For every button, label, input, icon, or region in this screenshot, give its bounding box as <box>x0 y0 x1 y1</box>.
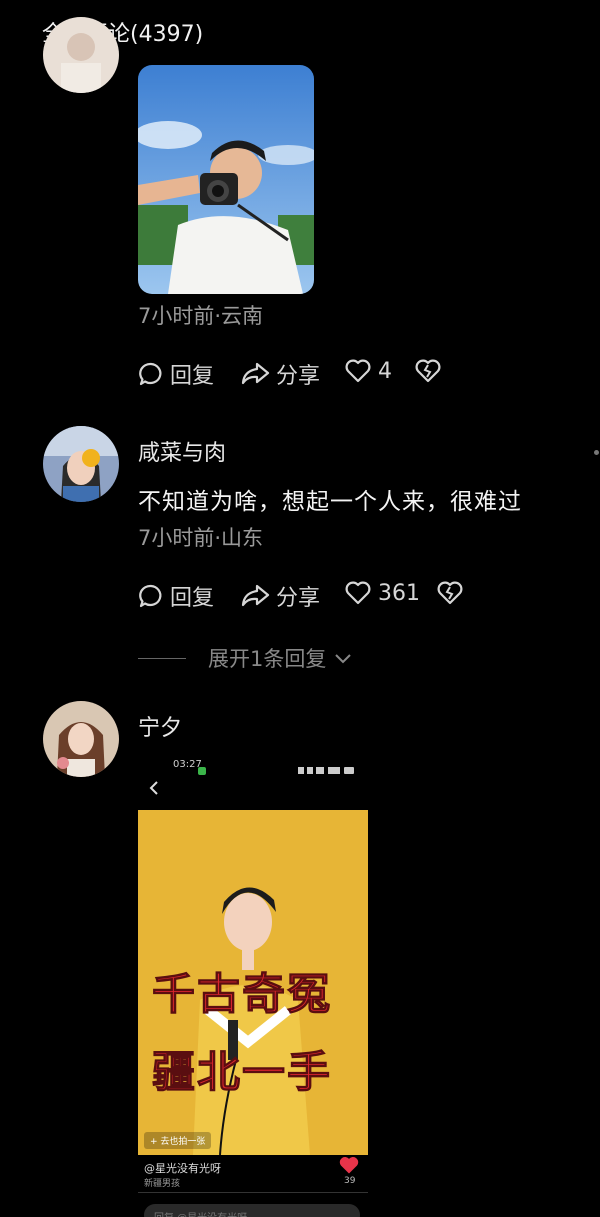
share-arrow-icon <box>240 361 270 387</box>
dislike-button[interactable] <box>436 580 464 606</box>
heart-icon <box>344 580 372 606</box>
back-icon[interactable] <box>148 780 160 800</box>
expand-replies-button[interactable]: 展开1条回复 <box>138 643 352 673</box>
reply-button[interactable]: 回复 <box>138 358 214 390</box>
like-count: 361 <box>378 580 420 606</box>
comment-bubble-icon <box>138 361 164 387</box>
comment-photo[interactable] <box>138 65 314 294</box>
reply-label: 回复 <box>170 586 215 611</box>
avatar[interactable] <box>43 17 119 93</box>
video-like-count: 39 <box>344 1176 356 1186</box>
divider <box>138 1192 368 1193</box>
broken-heart-icon <box>414 358 442 384</box>
share-arrow-icon <box>240 583 270 609</box>
like-button[interactable]: 361 <box>344 580 420 606</box>
chevron-down-icon <box>334 646 352 670</box>
broken-heart-icon <box>436 580 464 606</box>
avatar[interactable] <box>43 426 119 502</box>
comment-screenshot[interactable]: 03:27 千古奇冤 疆北一手 + 去也拍一张 @星光没有光呀 新疆男孩 39 … <box>138 752 368 1217</box>
like-button[interactable]: 4 <box>344 358 392 384</box>
dislike-button[interactable] <box>414 358 442 384</box>
video-subtitle: 新疆男孩 <box>144 1179 181 1189</box>
banner-line-1: 千古奇冤 <box>152 970 332 1021</box>
share-label: 分享 <box>276 364 321 389</box>
video-author[interactable]: @星光没有光呀 <box>144 1160 221 1176</box>
divider-line <box>138 657 186 659</box>
share-button[interactable]: 分享 <box>240 358 320 390</box>
heart-icon <box>344 358 372 384</box>
shoot-same-tag[interactable]: + 去也拍一张 <box>144 1132 212 1149</box>
share-label: 分享 <box>276 586 321 611</box>
reply-button[interactable]: 回复 <box>138 580 214 612</box>
notification-icon <box>198 760 206 779</box>
reply-label: 回复 <box>170 364 215 389</box>
reply-input[interactable]: 回复 @星光没有光呀 <box>144 1204 360 1217</box>
username[interactable]: 宁夕 <box>138 710 182 742</box>
avatar[interactable] <box>43 701 119 777</box>
banner-line-2: 疆北一手 <box>152 1048 332 1099</box>
scroll-indicator <box>594 450 599 455</box>
expand-label: 展开1条回复 <box>208 647 327 671</box>
comment-meta: 7小时前·山东 <box>138 526 264 550</box>
comment-meta: 7小时前·云南 <box>138 304 264 328</box>
like-count: 4 <box>378 358 392 384</box>
share-button[interactable]: 分享 <box>240 580 320 612</box>
username[interactable]: 咸菜与肉 <box>138 435 226 467</box>
comment-bubble-icon <box>138 583 164 609</box>
video-poster[interactable]: 千古奇冤 疆北一手 + 去也拍一张 <box>138 810 368 1155</box>
reply-input-placeholder: 回复 @星光没有光呀 <box>154 1209 247 1217</box>
comment-text: 不知道为啥，想起一个人来，很难过 <box>138 489 522 515</box>
status-icons <box>298 760 358 779</box>
